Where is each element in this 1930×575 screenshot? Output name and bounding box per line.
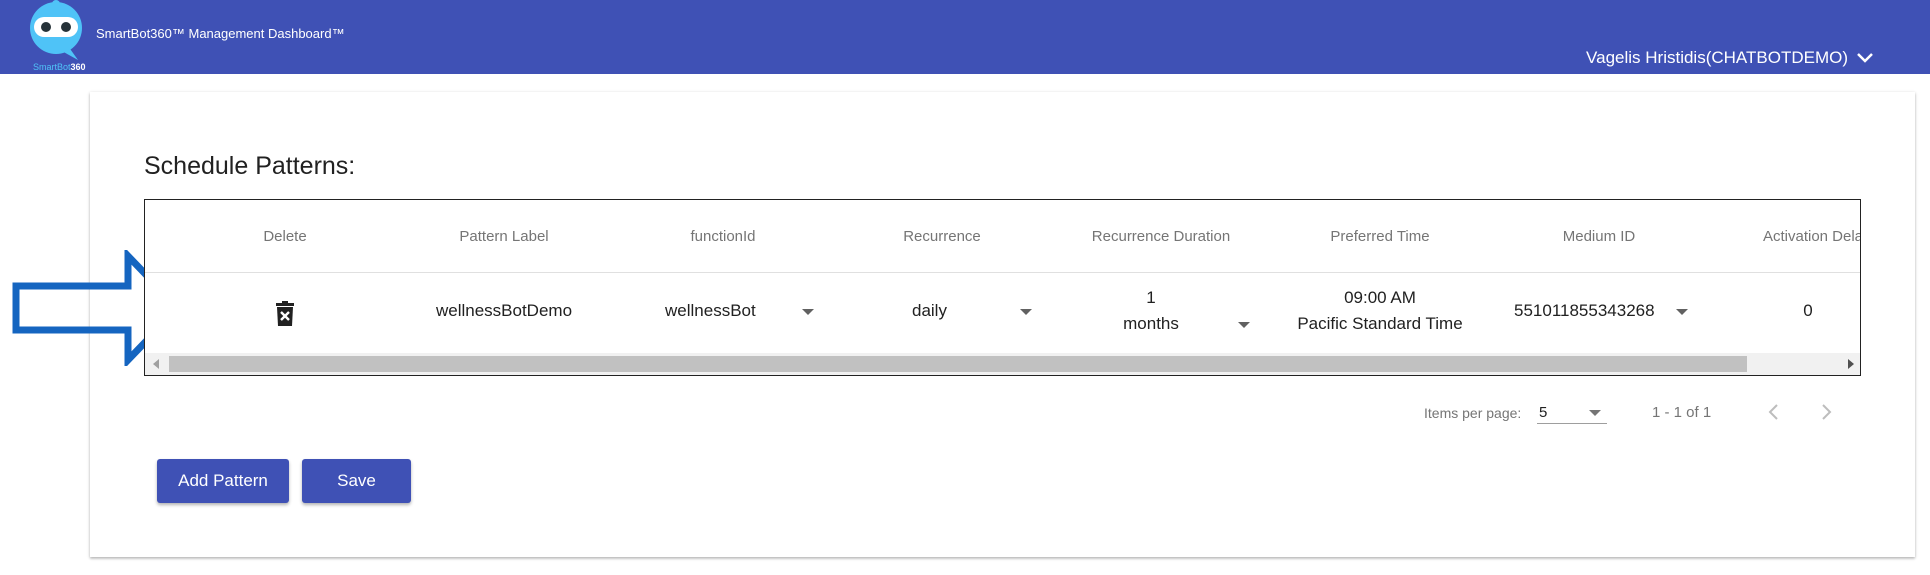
- page-size-value: 5: [1539, 404, 1548, 421]
- scroll-thumb[interactable]: [169, 356, 1747, 372]
- items-per-page-label: Items per page:: [1424, 405, 1522, 421]
- function-id-value: wellnessBot: [665, 301, 756, 320]
- page-size-select[interactable]: 5: [1537, 401, 1607, 424]
- medium-id-dropdown-icon[interactable]: [1676, 309, 1688, 315]
- user-menu[interactable]: Vagelis Hristidis(CHATBOTDEMO): [1586, 48, 1874, 68]
- logo-text: SmartBot360: [33, 62, 86, 72]
- page-size-dropdown-icon: [1589, 410, 1601, 416]
- pattern-label-cell: wellnessBotDemo: [435, 301, 573, 320]
- header-recurrence-duration[interactable]: Recurrence Duration: [1092, 228, 1230, 245]
- recurrence-select[interactable]: daily: [912, 301, 947, 321]
- function-id-select[interactable]: wellnessBot: [665, 301, 756, 321]
- header-preferred-time[interactable]: Preferred Time: [1330, 228, 1429, 245]
- activation-delay-cell: 0: [1803, 301, 1813, 320]
- save-button[interactable]: Save: [302, 459, 411, 503]
- medium-id-value: 551011855343268: [1514, 301, 1655, 320]
- preferred-time-value[interactable]: 09:00 AM: [1344, 288, 1416, 308]
- user-name: Vagelis Hristidis(CHATBOTDEMO): [1586, 48, 1848, 67]
- recurrence-dropdown-icon[interactable]: [1020, 309, 1032, 315]
- delete-forever-icon[interactable]: [274, 301, 296, 327]
- horizontal-scrollbar[interactable]: [145, 353, 1860, 375]
- duration-value[interactable]: 1: [1146, 288, 1155, 308]
- schedule-patterns-table: Delete Pattern Label functionId Recurren…: [144, 199, 1861, 376]
- page-range-label: 1 - 1 of 1: [1652, 404, 1712, 421]
- header-delete[interactable]: Delete: [263, 228, 306, 245]
- header-activation-delay[interactable]: Activation Dela: [1763, 228, 1860, 245]
- duration-unit-select[interactable]: months: [1123, 314, 1179, 334]
- header-recurrence[interactable]: Recurrence: [903, 228, 981, 245]
- scroll-left-icon[interactable]: [153, 359, 159, 369]
- header-medium-id[interactable]: Medium ID: [1563, 228, 1636, 245]
- header-function-id[interactable]: functionId: [690, 228, 755, 245]
- add-pattern-button[interactable]: Add Pattern: [157, 459, 289, 503]
- scroll-right-icon[interactable]: [1848, 359, 1854, 369]
- app-title: SmartBot360™ Management Dashboard™: [96, 26, 345, 41]
- chevron-down-icon: [1857, 53, 1873, 63]
- timezone-value[interactable]: Pacific Standard Time: [1297, 314, 1462, 334]
- recurrence-value: daily: [912, 301, 947, 320]
- app-bar: SmartBot360 SmartBot360™ Management Dash…: [0, 0, 1930, 74]
- chevron-left-icon[interactable]: [1762, 400, 1786, 424]
- table-row: wellnessBotDemo wellnessBot daily 1 mont…: [145, 273, 1860, 351]
- medium-id-select[interactable]: 551011855343268: [1514, 301, 1655, 321]
- section-title: Schedule Patterns:: [144, 152, 356, 180]
- chevron-right-icon[interactable]: [1814, 400, 1838, 424]
- header-pattern-label[interactable]: Pattern Label: [459, 228, 548, 245]
- duration-unit-dropdown-icon[interactable]: [1238, 322, 1250, 328]
- table-header: Delete Pattern Label functionId Recurren…: [145, 200, 1860, 273]
- function-id-dropdown-icon[interactable]: [802, 309, 814, 315]
